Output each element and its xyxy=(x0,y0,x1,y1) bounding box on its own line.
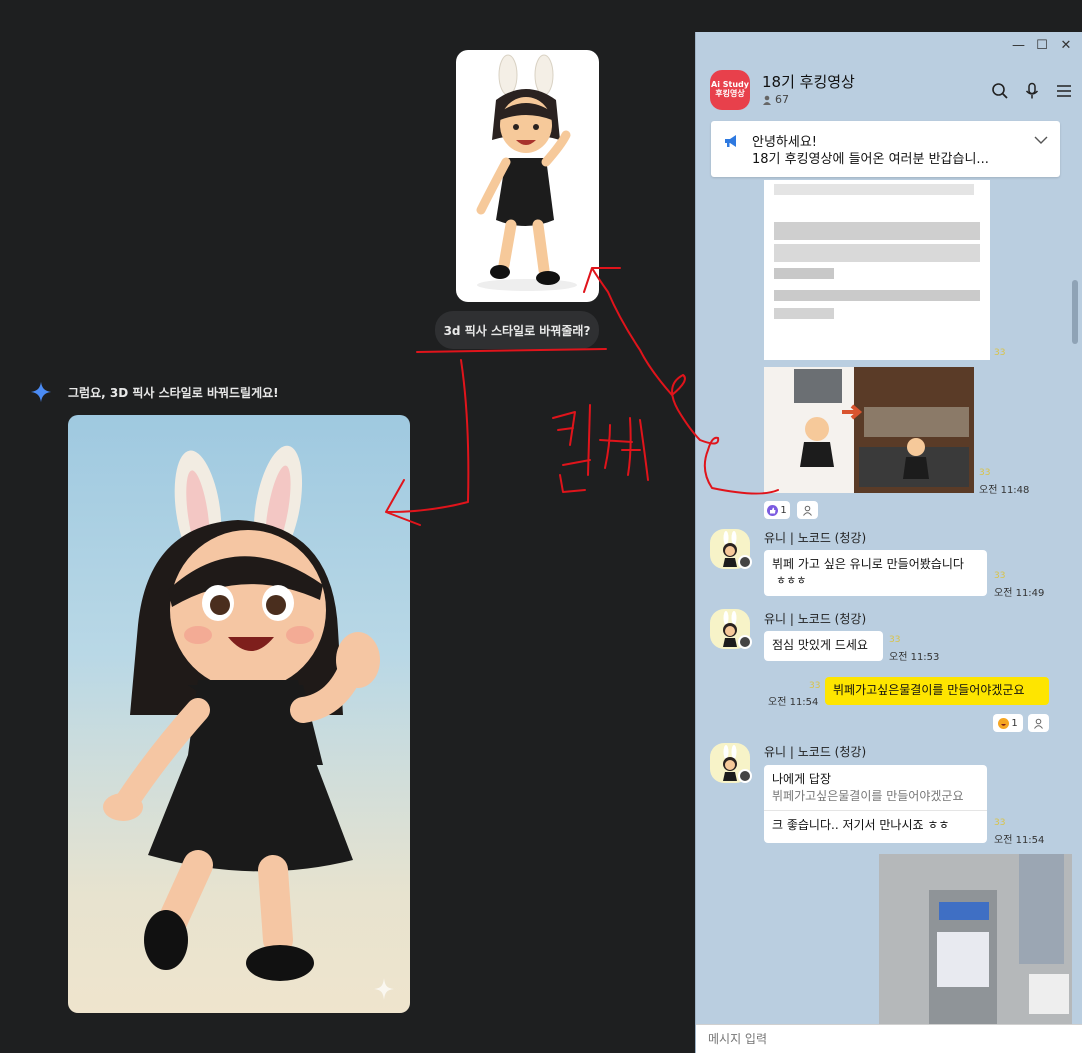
like-reaction[interactable]: 1 xyxy=(764,501,790,519)
message-text: 뷔페 가고 싶은 유니로 만들어봤습니다 xyxy=(772,557,964,571)
card-unread-count: 33 xyxy=(994,348,1006,358)
room-avatar-line2: 후킹영상 xyxy=(715,89,745,98)
uploaded-image-thumbnail[interactable] xyxy=(456,50,599,302)
image-timestamp: 오전 11:48 xyxy=(979,485,1030,496)
maximize-button[interactable]: ☐ xyxy=(1036,38,1048,53)
close-button[interactable]: ✕ xyxy=(1060,38,1072,53)
buffet-collage-image xyxy=(764,367,974,493)
megaphone-icon xyxy=(725,135,736,147)
avatar-badge-icon xyxy=(738,769,752,783)
sender-name: 유니 | 노코드 (청강) xyxy=(764,612,867,626)
image-unread-count: 33 xyxy=(979,468,991,478)
thumbs-up-icon xyxy=(767,504,779,516)
kakaotalk-chat-window: — ☐ ✕ Ai Study 후킹영상 18기 후킹영상 67 안녕하세요! 1… xyxy=(695,32,1082,1053)
my-message-bubble[interactable]: 뷔페가고싶은물결이를 만들어야겠군요 xyxy=(825,677,1049,705)
message-bubble[interactable]: 점심 맛있게 드세요 xyxy=(764,631,883,661)
avatar-badge-icon xyxy=(738,555,752,569)
room-avatar[interactable]: Ai Study 후킹영상 xyxy=(710,70,750,110)
sender-name: 유니 | 노코드 (청강) xyxy=(764,745,867,759)
room-title: 18기 후킹영상 xyxy=(762,73,855,91)
sender-name: 유니 | 노코드 (청강) xyxy=(764,531,867,545)
message-input[interactable] xyxy=(696,1025,1082,1053)
person-outline-icon xyxy=(1034,718,1043,729)
unread-count: 33 xyxy=(809,681,821,691)
unread-count: 33 xyxy=(889,635,901,645)
minimize-button[interactable]: — xyxy=(1012,38,1025,53)
blurred-message-card[interactable] xyxy=(764,180,990,360)
person-outline-icon xyxy=(803,505,812,516)
scrollbar-thumb[interactable] xyxy=(1072,280,1078,344)
message-text: 점심 맛있게 드세요 xyxy=(772,638,868,652)
message-bubble[interactable]: 뷔페 가고 싶은 유니로 만들어봤습니다 ㅎㅎㅎ xyxy=(764,550,987,596)
message-text-line2: ㅎㅎㅎ xyxy=(776,573,807,587)
unread-count: 33 xyxy=(994,571,1006,581)
laugh-reaction[interactable]: 1 xyxy=(993,714,1023,732)
message-timestamp: 오전 11:49 xyxy=(994,588,1045,599)
chevron-down-icon[interactable] xyxy=(1034,135,1048,145)
user-prompt-bubble: 3d 픽사 스타일로 바꿔줄래? xyxy=(435,311,599,349)
member-count[interactable]: 67 xyxy=(762,93,789,106)
laughing-emoji-icon xyxy=(998,717,1010,729)
shared-image-message[interactable] xyxy=(764,367,974,493)
search-icon[interactable] xyxy=(991,82,1009,100)
sent-photo-message[interactable] xyxy=(879,854,1072,1026)
reply-label: 나에게 답장 xyxy=(772,772,832,786)
add-reaction-button[interactable] xyxy=(797,501,818,519)
quoted-text: 뷔페가고싶은물결이를 만들어야겠군요 xyxy=(772,788,964,803)
window-controls: — ☐ ✕ xyxy=(1012,38,1072,53)
like-count: 1 xyxy=(780,504,787,516)
message-timestamp: 오전 11:54 xyxy=(994,835,1045,846)
message-input-bar xyxy=(696,1024,1082,1053)
unread-count: 33 xyxy=(994,818,1006,828)
member-count-value: 67 xyxy=(775,93,789,106)
ai-response-text: 그럼요, 3D 픽사 스타일로 바꿔드릴게요! xyxy=(68,386,279,400)
person-icon xyxy=(763,95,771,105)
cartoon-girl-illustration xyxy=(476,54,577,291)
reaction-count: 1 xyxy=(1011,717,1018,729)
pixar-girl-render xyxy=(103,445,394,1000)
ai-chat-pane: 3d 픽사 스타일로 바꿔줄래? 그럼요, 3D 픽사 스타일로 바꿔드릴게요! xyxy=(0,0,695,1053)
menu-icon[interactable] xyxy=(1055,82,1073,100)
message-text: 크 좋습니다.. 저기서 만나시죠 ㅎㅎ xyxy=(764,809,987,834)
notice-banner[interactable]: 안녕하세요! 18기 후킹영상에 들어온 여러분 반갑습니... xyxy=(711,121,1060,177)
message-timestamp: 오전 11:54 xyxy=(768,697,819,708)
message-text: 뷔페가고싶은물결이를 만들어야겠군요 xyxy=(833,683,1025,697)
header-actions xyxy=(991,82,1073,100)
gemini-sparkle-icon xyxy=(30,381,52,403)
notice-text: 18기 후킹영상에 들어온 여러분 반갑습니... xyxy=(752,152,989,167)
avatar-badge-icon xyxy=(738,635,752,649)
generated-pixar-image[interactable] xyxy=(68,415,410,1013)
add-reaction-button[interactable] xyxy=(1028,714,1049,732)
microphone-icon[interactable] xyxy=(1023,82,1041,100)
reply-message-bubble[interactable]: 나에게 답장 뷔페가고싶은물결이를 만들어야겠군요 크 좋습니다.. 저기서 만… xyxy=(764,765,987,843)
chat-room-header: Ai Study 후킹영상 18기 후킹영상 67 xyxy=(696,62,1082,120)
blurred-photo xyxy=(879,854,1072,1026)
message-timestamp: 오전 11:53 xyxy=(889,652,940,663)
